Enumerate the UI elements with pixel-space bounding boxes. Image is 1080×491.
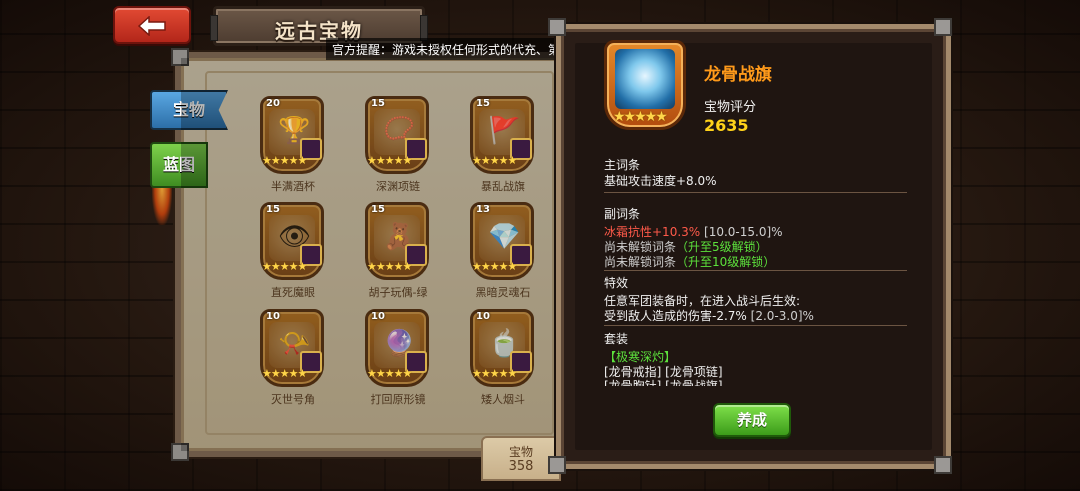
locked-label: 尚未解锁词条 [604, 240, 677, 254]
panel-corner [548, 18, 566, 36]
train-button[interactable]: 养成 [713, 403, 791, 437]
unlock-hint: （升至5级解锁） [676, 240, 768, 254]
star-rating: ★★★★★ [262, 154, 307, 167]
main-stat-header: 主词条 [604, 158, 641, 172]
unlock-hint: （升至10级解锁） [676, 255, 776, 269]
item-level: 15 [266, 204, 280, 215]
star-rating: ★★★★★ [262, 367, 307, 380]
star-rating: ★★★★★ [367, 260, 412, 273]
sub-stat-header: 副词条 [604, 207, 641, 221]
main-stat: 基础攻击速度+8.0% [604, 174, 717, 188]
effect-value: 受到敌人造成的伤害-2.7% [604, 309, 747, 323]
divider [604, 325, 907, 326]
item-level: 10 [371, 311, 385, 322]
score-label: 宝物评分 [704, 100, 757, 115]
panel-corner [934, 456, 952, 474]
sub-stat-value: 冰霜抗性+10.3% [604, 225, 701, 239]
item-level: 15 [371, 98, 385, 109]
set-items-clip: [龙骨胸针] [龙骨战旗] [604, 377, 804, 386]
star-rating: ★★★★★ [367, 154, 412, 167]
set-header: 套装 [604, 332, 629, 346]
score-value: 2635 [704, 116, 749, 135]
set-items-line-2: [龙骨胸针] [龙骨战旗] [604, 379, 723, 386]
item-level: 20 [266, 98, 280, 109]
star-rating: ★★★★★ [613, 109, 668, 125]
effect-line-2: 受到敌人造成的伤害-2.7% [2.0-3.0]% [604, 307, 814, 324]
effect-range: [2.0-3.0]% [750, 309, 814, 323]
item-level: 15 [476, 98, 490, 109]
locked-label: 尚未解锁词条 [604, 255, 677, 269]
locked-stat-2: 尚未解锁词条（升至10级解锁） [604, 253, 775, 270]
item-level: 10 [266, 311, 280, 322]
panel-corner [548, 456, 566, 474]
effect-header: 特效 [604, 276, 629, 290]
detail-item-name: 龙骨战旗 [704, 65, 772, 85]
star-rating: ★★★★★ [472, 367, 517, 380]
star-rating: ★★★★★ [262, 260, 307, 273]
item-level: 15 [371, 204, 385, 215]
panel-corner [934, 18, 952, 36]
sub-stat-range: [10.0-15.0]% [704, 225, 783, 239]
divider [604, 270, 907, 271]
star-rating: ★★★★★ [367, 367, 412, 380]
star-rating: ★★★★★ [472, 260, 517, 273]
back-button[interactable] [113, 6, 191, 44]
dragon-bone-banner-icon: ★★★★★ [604, 40, 686, 130]
divider [604, 192, 907, 193]
item-level: 10 [476, 311, 490, 322]
star-rating: ★★★★★ [472, 154, 517, 167]
left-arrow-icon [137, 16, 166, 36]
item-level: 13 [476, 204, 490, 215]
